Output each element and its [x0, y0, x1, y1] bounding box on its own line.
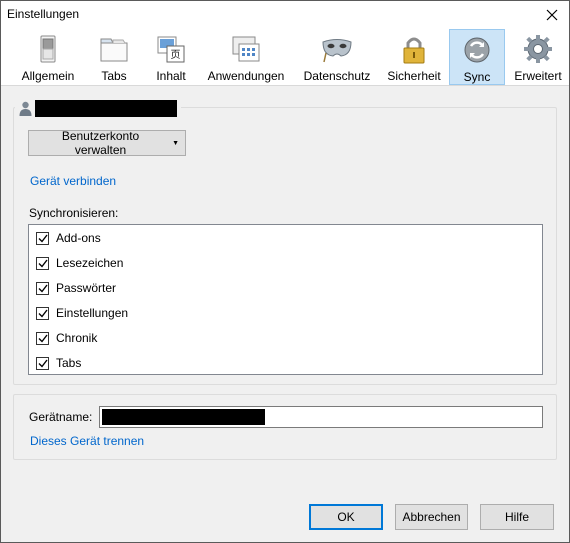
tab-label: Tabs [101, 69, 127, 83]
checkbox[interactable] [36, 231, 49, 245]
applications-icon [232, 36, 260, 62]
tab-sync[interactable]: Sync [449, 29, 505, 85]
checkmark-icon [38, 284, 48, 293]
checkbox[interactable] [36, 331, 49, 345]
sync-item-passwords[interactable]: Passwörter [36, 278, 116, 298]
tab-erweitert[interactable]: Erweitert [509, 29, 567, 85]
tab-anwendungen[interactable]: Anwendungen [203, 29, 289, 85]
sync-item-label: Tabs [56, 356, 82, 370]
sync-items-list: Add-ons Lesezeichen Passwörter Einstellu… [28, 224, 543, 375]
sync-item-label: Passwörter [56, 281, 117, 295]
checkmark-icon [38, 334, 48, 343]
manage-account-button[interactable]: Benutzerkonto verwalten ▼ [28, 129, 186, 157]
tab-label: Erweitert [514, 69, 562, 83]
checkmark-icon [38, 259, 48, 268]
sync-heading: Synchronisieren: [29, 206, 119, 220]
manage-account-label: Benutzerkonto verwalten [61, 129, 140, 157]
sync-icon [464, 37, 490, 63]
checkmark-icon [38, 309, 48, 318]
content-icon: 页 [157, 36, 185, 63]
account-legend [15, 98, 181, 118]
category-toolbar: Allgemein Tabs 页 Inhalt Anwendungen Date… [1, 29, 569, 86]
user-icon [19, 101, 32, 116]
checkmark-icon [38, 359, 48, 368]
tab-sicherheit[interactable]: Sicherheit [382, 29, 446, 85]
mask-icon [322, 39, 352, 63]
tab-label: Anwendungen [207, 69, 285, 83]
sync-item-settings[interactable]: Einstellungen [36, 303, 128, 323]
sync-item-label: Add-ons [56, 231, 101, 245]
tab-allgemein[interactable]: Allgemein [13, 29, 83, 85]
device-name-field[interactable] [99, 406, 543, 428]
close-icon [546, 9, 558, 21]
checkbox[interactable] [36, 306, 49, 320]
preferences-window: Einstellungen Allgemein Tabs 页 Inhalt An… [0, 0, 570, 543]
checkbox[interactable] [36, 356, 49, 370]
checkmark-icon [38, 234, 48, 243]
sync-item-bookmarks[interactable]: Lesezeichen [36, 253, 123, 273]
tab-label: Datenschutz [303, 69, 371, 83]
checkbox[interactable] [36, 281, 49, 295]
dropdown-arrow-icon: ▼ [172, 139, 179, 147]
sync-item-history[interactable]: Chronik [36, 328, 97, 348]
redacted-account-name [35, 99, 177, 117]
tab-label: Allgemein [21, 69, 75, 83]
sync-item-tabs[interactable]: Tabs [36, 353, 81, 373]
sync-item-label: Einstellungen [56, 306, 129, 320]
help-button[interactable]: Hilfe [480, 504, 554, 530]
sync-item-addons[interactable]: Add-ons [36, 228, 101, 248]
checkbox[interactable] [36, 256, 49, 270]
tabs-icon [100, 38, 128, 62]
tab-label: Inhalt [156, 69, 186, 83]
cancel-button[interactable]: Abbrechen [395, 504, 468, 530]
device-name-label: Gerätname: [29, 410, 93, 424]
gear-icon [524, 35, 552, 63]
ok-button[interactable]: OK [309, 504, 383, 530]
padlock-icon [403, 37, 425, 64]
tab-label: Sicherheit [387, 69, 441, 83]
disconnect-device-link[interactable]: Dieses Gerät trennen [30, 434, 144, 448]
close-button[interactable] [535, 1, 569, 29]
window-title: Einstellungen [7, 7, 80, 21]
svg-text:页: 页 [171, 49, 181, 61]
title-bar: Einstellungen [1, 1, 569, 29]
connect-device-link[interactable]: Gerät verbinden [30, 174, 116, 188]
tab-label: Sync [463, 70, 491, 84]
redacted-device-name [102, 409, 265, 425]
tab-tabs[interactable]: Tabs [87, 29, 141, 85]
sync-item-label: Chronik [56, 331, 98, 345]
tab-datenschutz[interactable]: Datenschutz [299, 29, 375, 85]
sync-item-label: Lesezeichen [56, 256, 124, 270]
tab-inhalt[interactable]: 页 Inhalt [144, 29, 198, 85]
switch-icon [40, 35, 56, 63]
